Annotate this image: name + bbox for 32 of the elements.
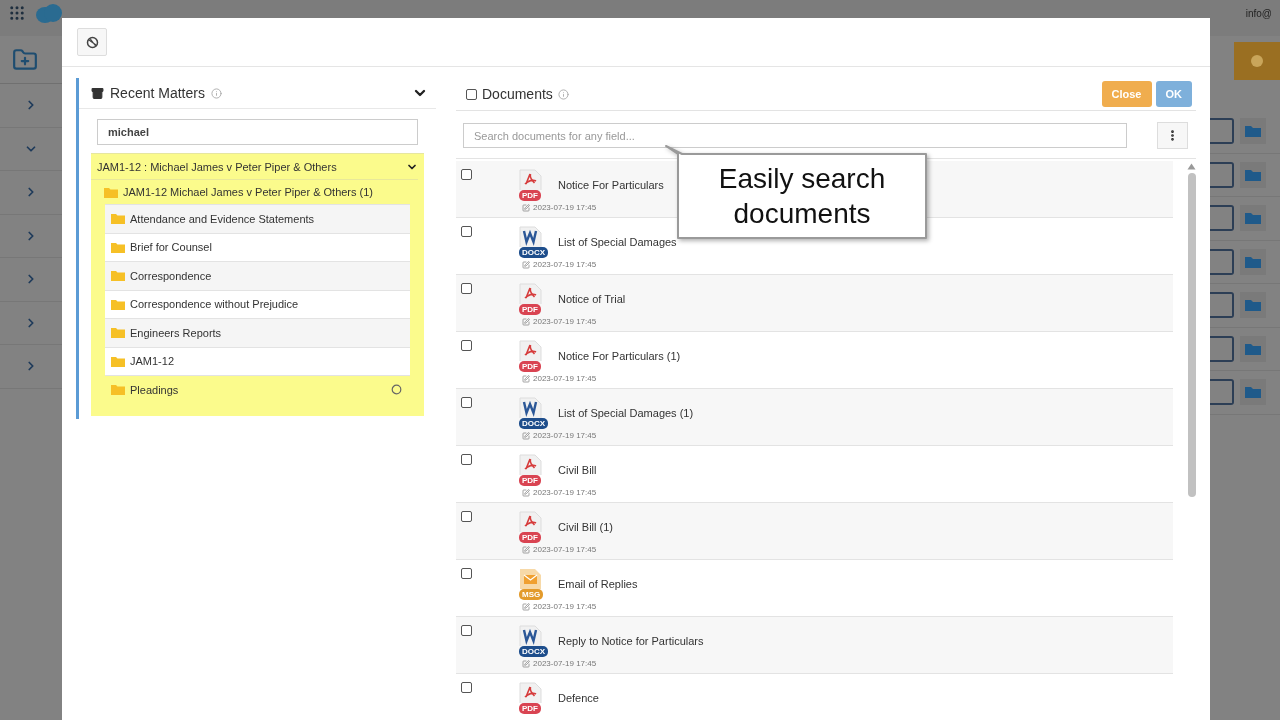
user-email: info@ (1245, 8, 1272, 19)
document-name: Civil Bill (558, 464, 597, 476)
file-type-badge: PDF (519, 475, 541, 486)
modified-date: 2023-07-19 17:45 (533, 545, 597, 554)
file-type-badge: DOCX (519, 646, 549, 657)
file-type-badge: PDF (519, 304, 541, 315)
file-type-badge: PDF (519, 703, 541, 714)
document-name: List of Special Damages (558, 236, 677, 248)
document-name: Email of Replies (558, 578, 638, 590)
panel-title: Documents (482, 86, 553, 102)
document-name: Civil Bill (1) (558, 521, 613, 533)
modified-date: 2023-07-19 17:45 (533, 374, 597, 383)
modified-date: 2023-07-19 17:45 (533, 659, 597, 668)
modified-date: 2023-07-19 17:45 (533, 602, 597, 611)
file-type-badge: DOCX (519, 418, 549, 429)
modified-date: 2023-07-19 17:45 (533, 488, 597, 497)
document-name: Notice For Particulars (1) (558, 350, 681, 362)
file-type-badge: PDF (519, 361, 541, 372)
panel-title: Recent Matters (110, 85, 205, 101)
modified-date: 2023-07-19 17:45 (533, 431, 597, 440)
file-type-badge: DOCX (519, 247, 549, 258)
file-type-badge: PDF (519, 532, 541, 543)
document-name: Reply to Notice for Particulars (558, 635, 704, 647)
modified-date: 2023-07-19 17:45 (533, 203, 597, 212)
document-name: List of Special Damages (1) (558, 407, 694, 419)
document-name: Notice of Trial (558, 293, 626, 305)
file-type-badge: PDF (519, 190, 541, 201)
modified-date: 2023-07-19 17:45 (533, 260, 597, 269)
file-type-badge: MSG (519, 589, 544, 600)
document-name: Notice For Particulars (558, 179, 664, 191)
modified-date: 2023-07-19 17:45 (533, 317, 597, 326)
document-name: Defence (558, 692, 599, 704)
